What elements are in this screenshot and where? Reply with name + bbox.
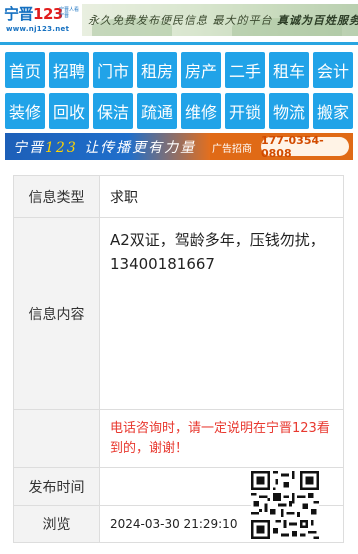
logo-name: 宁晋123 [4,5,63,23]
info-content-label: 信息内容 [14,218,100,409]
header-divider [0,42,358,45]
logo-url: www.nj123.net [6,25,70,33]
info-type-value: 求职 [110,189,138,206]
site-logo[interactable]: 宁晋123 宁晋人看宁晋 www.nj123.net [4,5,80,35]
nav-item-second-hand[interactable]: 二手 [225,52,265,88]
row-notice: 电话咨询时，请一定说明在宁晋123看到的，谢谢！ [14,410,343,468]
nav-item-drain-unclog[interactable]: 疏通 [137,93,177,129]
nav-row-1: 首页 招聘 门市 租房 房产 二手 租车 会计 [5,52,355,88]
nav-item-repair[interactable]: 维修 [181,93,221,129]
publish-time-label: 发布时间 [14,468,100,505]
ad-banner[interactable]: 宁晋123 让传播更有力量 广告招商 177-0354-0808 [5,133,353,160]
nav-item-rent-house[interactable]: 租房 [137,52,177,88]
notice-text: 电话咨询时，请一定说明在宁晋123看到的，谢谢！ [110,420,330,456]
nav-item-decoration[interactable]: 装修 [5,93,45,129]
notice-label-empty [14,410,100,467]
nav-item-jobs[interactable]: 招聘 [49,52,89,88]
info-content-value: A2双证，驾龄多年，压钱勿扰，13400181667 [110,231,325,273]
row-info-content: 信息内容 A2双证，驾龄多年，压钱勿扰，13400181667 [14,218,343,410]
nav-item-recycling[interactable]: 回收 [49,93,89,129]
header-slogan-banner: 永久免费发布便民信息 最大的平台 真诚为百姓服务 [82,4,358,36]
nav-item-storefront[interactable]: 门市 [93,52,133,88]
nav-item-accounting[interactable]: 会计 [313,52,353,88]
site-header: 宁晋123 宁晋人看宁晋 www.nj123.net 永久免费发布便民信息 最大… [0,0,358,40]
ad-phone[interactable]: 177-0354-0808 [261,134,349,160]
views-label: 浏览 [14,506,100,542]
info-type-label: 信息类型 [14,176,100,217]
logo-tagline: 宁晋人看宁晋 [59,7,80,19]
ad-slogan-text: 让传播更有力量 [84,140,197,156]
ad-slogan: 宁晋123 让传播更有力量 [13,137,196,157]
qr-code-graphic [251,471,319,539]
slogan-part-b: 最大的平台 [212,14,273,27]
nav-row-2: 装修 回收 保洁 疏通 维修 开锁 物流 搬家 [5,93,355,129]
ad-brand-num: 123 [45,140,78,156]
logo-text-cn: 宁晋 [4,5,34,23]
nav-item-real-estate[interactable]: 房产 [181,52,221,88]
nav-item-moving[interactable]: 搬家 [313,93,353,129]
nav-item-cleaning[interactable]: 保洁 [93,93,133,129]
qr-code-icon [251,471,319,539]
ad-label: 广告招商 [212,144,252,155]
nav-item-locksmith[interactable]: 开锁 [225,93,265,129]
slogan-part-c: 真诚为百姓服务 [277,14,358,27]
banner-slogan-text: 永久免费发布便民信息 最大的平台 真诚为百姓服务 [88,12,358,28]
slogan-part-a: 永久免费发布便民信息 [88,14,208,27]
nav-item-home[interactable]: 首页 [5,52,45,88]
nav-item-rent-car[interactable]: 租车 [269,52,309,88]
ad-brand: 宁晋 [13,140,45,156]
row-info-type: 信息类型 求职 [14,176,343,218]
nav-item-logistics[interactable]: 物流 [269,93,309,129]
category-nav: 首页 招聘 门市 租房 房产 二手 租车 会计 装修 回收 保洁 疏通 维修 开… [5,52,355,134]
